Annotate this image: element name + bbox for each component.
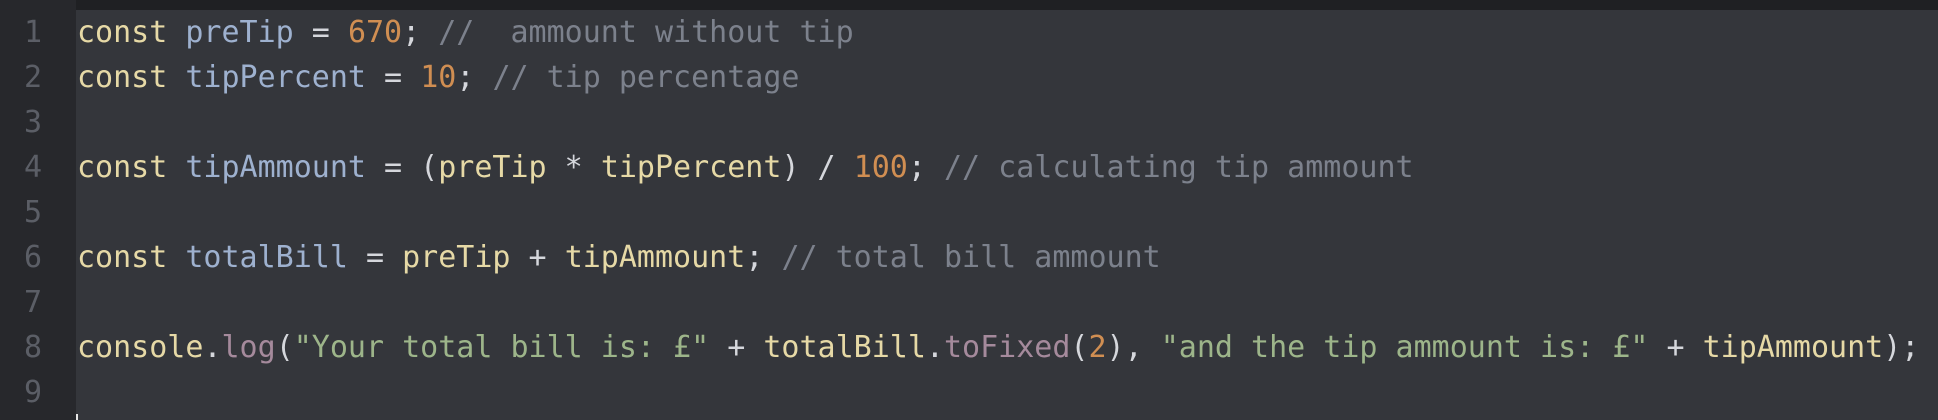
code-token-op [167,60,185,95]
code-token-fn: totalBill [763,330,926,365]
code-token-kw: const [77,60,168,95]
code-line[interactable]: 2 const tipPercent = 10; // tip percentag… [0,55,1938,100]
line-number: 4 [23,150,42,185]
code-token-fn: preTip [402,240,511,275]
text-cursor [76,414,78,420]
code-token-fn: tipAmmount [1702,330,1884,365]
line-number: 2 [23,60,42,95]
code-line[interactable]: 5 [0,190,1938,235]
code-line[interactable]: 6 const totalBill = preTip + tipAmmount; … [0,235,1938,280]
code-content: const totalBill = preTip + tipAmmount; /… [77,235,1161,280]
code-token-op: ; [907,150,944,185]
code-token-cmt: // tip percentage [492,60,800,95]
code-token-op [167,15,185,50]
code-editor[interactable]: 1 const preTip = 670; // ammount without … [0,0,1938,420]
code-token-op: = [293,15,348,50]
code-token-kw: const [77,150,168,185]
code-token-op: ( [275,330,294,365]
code-token-cmt: // ammount without tip [438,15,854,50]
code-token-op: ), [1106,330,1161,365]
code-token-op: ); [1883,330,1920,365]
line-number: 7 [23,285,42,320]
code-token-op: + [510,240,565,275]
code-line[interactable]: 3 [0,100,1938,145]
code-token-op: = ( [366,150,439,185]
code-token-num: 10 [420,60,457,95]
code-token-op: = [366,60,421,95]
code-token-fn: tipPercent [600,150,782,185]
line-number: 8 [23,330,42,365]
code-line[interactable]: 9 [0,370,1938,415]
code-content: const tipPercent = 10; // tip percentage [77,55,799,100]
code-line[interactable]: 1 const preTip = 670; // ammount without … [0,10,1938,55]
code-token-str: "and the tip ammount is: £" [1160,330,1649,365]
code-token-kw: const [77,15,168,50]
code-line[interactable]: 4 const tipAmmount = (preTip * tipPercent… [0,145,1938,190]
code-token-op: = [347,240,403,275]
line-number: 9 [23,375,42,410]
code-token-op: + [1648,330,1703,365]
code-token-num: 2 [1088,330,1107,365]
code-token-mth: toFixed [943,330,1071,365]
code-token-mth: log [221,330,276,365]
code-token-op: ; [745,240,782,275]
code-token-var: totalBill [185,240,348,275]
code-token-var: tipAmmount [185,150,366,185]
code-content: const preTip = 670; // ammount without t… [77,10,854,55]
code-token-num: 670 [347,15,403,50]
code-token-num: 100 [853,150,908,185]
editor-top-bar [0,0,1938,10]
code-token-var: preTip [185,15,294,50]
line-number: 3 [23,105,42,140]
code-token-op: ; [402,15,439,50]
code-line[interactable]: 7 [0,280,1938,325]
code-token-str: "Your total bill is: £" [293,330,710,365]
code-token-cmt: // calculating tip ammount [944,150,1414,185]
code-token-op: . [203,330,222,365]
code-token-fn: console [77,330,204,365]
code-token-op [167,150,185,185]
code-token-op [167,240,185,275]
code-token-fn: tipAmmount [564,240,746,275]
code-token-cmt: // total bill ammount [781,240,1161,275]
code-token-op: . [925,330,944,365]
code-token-op: ; [456,60,493,95]
code-token-op: ( [1070,330,1089,365]
line-number: 6 [23,240,42,275]
line-number: 5 [23,195,42,230]
code-content: console.log("Your total bill is: £" + to… [77,325,1919,370]
code-token-op: ) / [781,150,854,185]
code-token-var: tipPercent [185,60,366,95]
line-number: 1 [23,15,42,50]
code-token-op: * [546,150,601,185]
code-token-fn: preTip [438,150,547,185]
code-line[interactable]: 8 console.log("Your total bill is: £" + t… [0,325,1938,370]
code-token-kw: const [77,240,168,275]
code-content: const tipAmmount = (preTip * tipPercent)… [77,145,1414,190]
code-token-op: + [709,330,764,365]
